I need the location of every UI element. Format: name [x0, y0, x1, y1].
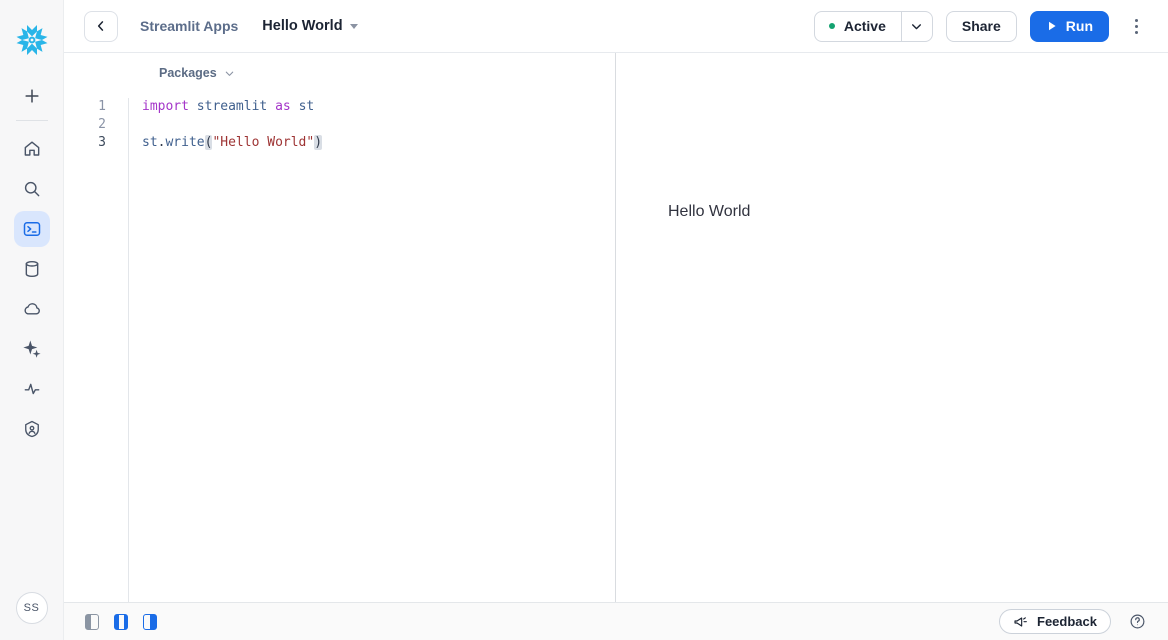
- code-line[interactable]: import streamlit as st: [142, 98, 615, 116]
- rail-divider: [16, 120, 48, 121]
- code-editor[interactable]: 123 import streamlit as st st.write("Hell…: [64, 93, 615, 602]
- sidebar-item-compute[interactable]: [14, 291, 50, 327]
- sidebar-item-search[interactable]: [14, 171, 50, 207]
- home-icon: [22, 139, 42, 159]
- status-button[interactable]: Active: [815, 12, 901, 41]
- chevron-down-icon: [910, 20, 923, 33]
- code-editor-pane: Packages 123 import streamlit as st st.wr…: [64, 53, 616, 602]
- chevron-left-icon: [94, 19, 108, 33]
- question-circle-icon: [1129, 613, 1146, 630]
- status-label: Active: [844, 18, 886, 34]
- sidebar-item-data[interactable]: [14, 251, 50, 287]
- chevron-down-icon: [224, 68, 235, 79]
- status-dropdown-button[interactable]: [901, 12, 932, 41]
- sidebar-item-ai[interactable]: [14, 331, 50, 367]
- app-header: Streamlit Apps Hello World Active: [64, 0, 1168, 53]
- play-icon: [1046, 20, 1058, 32]
- line-number: 3: [64, 134, 128, 152]
- user-avatar[interactable]: SS: [16, 592, 48, 624]
- code-line[interactable]: st.write("Hello World"): [142, 134, 615, 152]
- breadcrumb[interactable]: Streamlit Apps: [140, 18, 238, 34]
- app-preview-pane: Hello World: [616, 53, 1168, 602]
- sidebar-item-admin[interactable]: [14, 411, 50, 447]
- search-icon: [22, 179, 42, 199]
- left-nav-rail: SS: [0, 0, 64, 640]
- back-button[interactable]: [84, 11, 118, 42]
- run-button[interactable]: Run: [1030, 11, 1109, 42]
- terminal-icon: [22, 219, 42, 239]
- feedback-button[interactable]: Feedback: [999, 609, 1111, 634]
- main-area: Streamlit Apps Hello World Active: [64, 0, 1168, 640]
- megaphone-icon: [1013, 615, 1029, 629]
- run-label: Run: [1066, 18, 1093, 34]
- database-icon: [22, 259, 42, 279]
- code-line[interactable]: [142, 116, 615, 134]
- activity-pulse-icon: [22, 379, 42, 399]
- layout-split-view-icon[interactable]: [114, 614, 128, 630]
- line-number: 1: [64, 98, 128, 116]
- admin-shield-icon: [22, 419, 42, 439]
- share-button[interactable]: Share: [946, 11, 1017, 42]
- layout-editor-only-icon[interactable]: [85, 614, 99, 630]
- sidebar-item-home[interactable]: [14, 131, 50, 167]
- line-number-gutter: 123: [64, 98, 129, 602]
- status-dot-icon: [829, 23, 835, 29]
- packages-label: Packages: [159, 66, 217, 80]
- status-split-button: Active: [814, 11, 933, 42]
- layout-toggles: [85, 614, 157, 630]
- layout-preview-only-icon[interactable]: [143, 614, 157, 630]
- new-plus-button[interactable]: [14, 78, 50, 114]
- page-title: Hello World: [262, 18, 342, 34]
- app-title-dropdown[interactable]: Hello World: [262, 18, 357, 34]
- feedback-label: Feedback: [1037, 614, 1097, 629]
- bottom-status-bar: Feedback: [64, 602, 1168, 640]
- caret-down-icon: [350, 24, 358, 29]
- line-number: 2: [64, 116, 128, 134]
- sparkles-icon: [22, 339, 42, 359]
- help-button[interactable]: [1128, 613, 1146, 631]
- app-window: SS Streamlit Apps Hello World Active: [0, 0, 1168, 640]
- snowflake-logo-icon[interactable]: [12, 20, 52, 60]
- content-split: Packages 123 import streamlit as st st.wr…: [64, 53, 1168, 602]
- sidebar-item-monitoring[interactable]: [14, 371, 50, 407]
- app-output-text: Hello World: [668, 203, 750, 221]
- packages-dropdown[interactable]: Packages: [159, 66, 235, 80]
- code-lines: import streamlit as st st.write("Hello Wo…: [129, 98, 615, 602]
- more-options-kebab-button[interactable]: [1124, 11, 1148, 42]
- cloud-icon: [22, 299, 42, 319]
- sidebar-item-projects[interactable]: [14, 211, 50, 247]
